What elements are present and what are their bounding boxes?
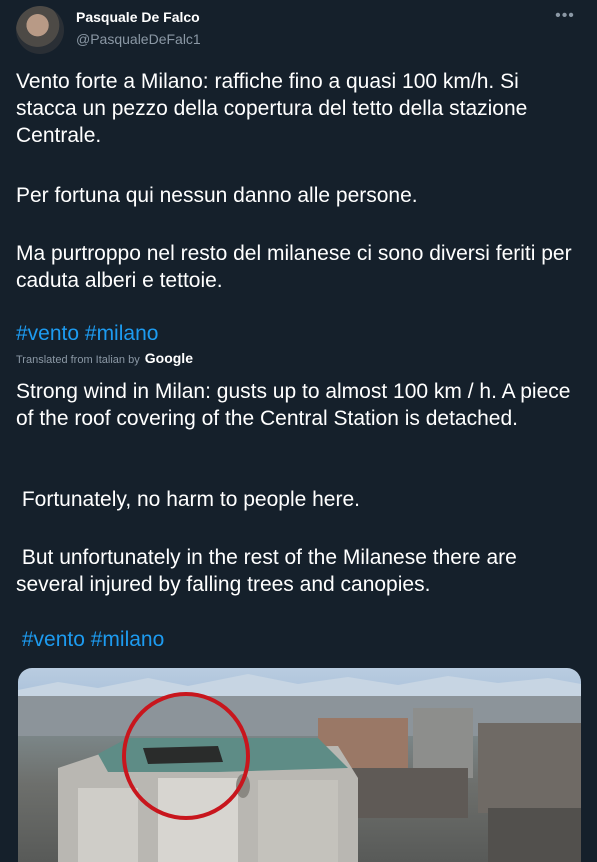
translated-paragraph-1: Strong wind in Milan: gusts up to almost… (16, 380, 577, 430)
original-paragraph-2: Per fortuna qui nessun danno alle person… (16, 184, 418, 207)
tweet-header: Pasquale De Falco @PasqualeDeFalc1 ••• (16, 6, 581, 56)
translation-attribution: Translated from Italian by Google (16, 350, 193, 366)
author-display-name[interactable]: Pasquale De Falco (76, 9, 200, 25)
translated-paragraph-2: Fortunately, no harm to people here. (16, 488, 360, 511)
tweet-photo[interactable] (18, 668, 581, 862)
original-paragraph-1: Vento forte a Milano: raffiche fino a qu… (16, 70, 534, 147)
author-handle[interactable]: @PasqualeDeFalc1 (76, 31, 201, 47)
original-hashtags[interactable]: #vento #milano (16, 320, 584, 347)
milan-station-photo (18, 674, 581, 862)
translated-paragraph-3: But unfortunately in the rest of the Mil… (16, 546, 523, 596)
original-paragraph-3: Ma purtroppo nel resto del milanese ci s… (16, 242, 578, 292)
google-logo: Google (144, 350, 193, 366)
translation-label: Translated from Italian by (16, 354, 140, 366)
more-dots-icon[interactable]: ••• (553, 7, 577, 31)
translated-hashtags[interactable]: #vento #milano (16, 626, 584, 653)
author-avatar[interactable] (16, 6, 64, 54)
